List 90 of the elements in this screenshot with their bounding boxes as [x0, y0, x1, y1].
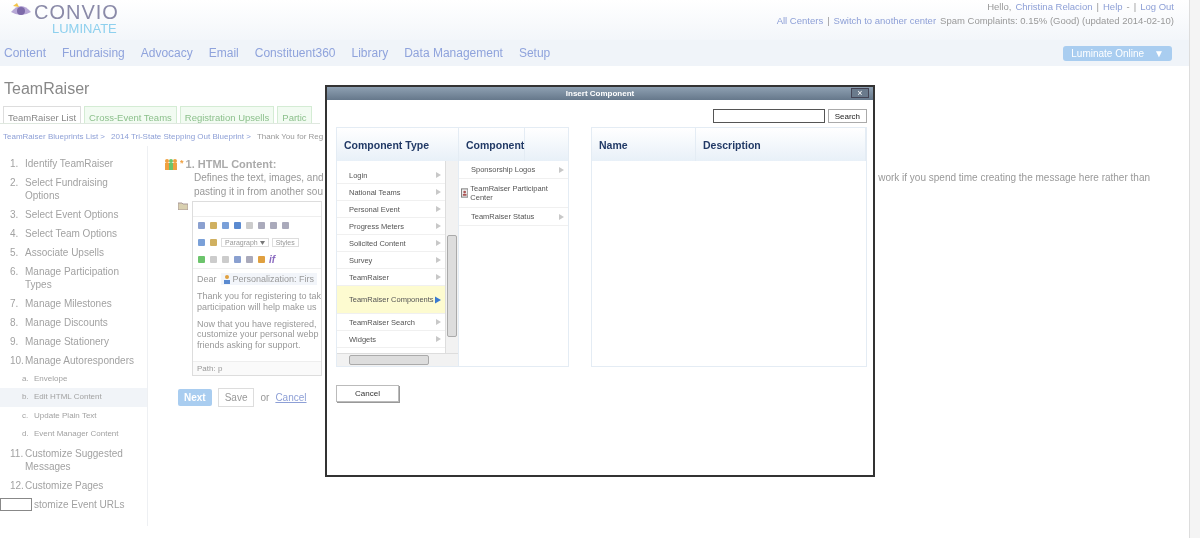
- step-item[interactable]: 2. Select Fundraising Options: [0, 173, 147, 205]
- chevron-icon: [436, 206, 441, 212]
- next-button[interactable]: Next: [178, 389, 212, 406]
- header-text: Spam Complaints: 0.15% (Good) (updated 2014-02-10): [940, 15, 1174, 26]
- cancel-link[interactable]: Cancel: [275, 392, 307, 403]
- nav-link[interactable]: Data Management: [404, 46, 503, 60]
- header-link[interactable]: Christina Relacion: [1015, 1, 1093, 12]
- tab[interactable]: Cross-Event Teams: [84, 106, 177, 123]
- separator: |: [1096, 1, 1099, 12]
- personalization-token[interactable]: Personalization: Firs: [220, 273, 318, 285]
- nav-link[interactable]: Constituent360: [254, 46, 336, 60]
- dialog-title: Insert Component: [565, 89, 635, 98]
- chevron-icon: [435, 295, 441, 304]
- header-link[interactable]: All Centers: [776, 15, 824, 26]
- person-icon: [223, 274, 230, 284]
- folder-icon: [178, 201, 188, 210]
- chevron-icon: [436, 189, 441, 195]
- step-item[interactable]: 9. Manage Stationery: [0, 332, 147, 351]
- element-path: Path: p: [193, 361, 321, 375]
- step-item[interactable]: d. Event Manager Content: [0, 425, 147, 444]
- chevron-icon: [436, 257, 441, 263]
- list-scrollbar[interactable]: [445, 161, 458, 353]
- step-item[interactable]: 10.Manage Autoresponders: [0, 351, 147, 370]
- chevron-icon: [436, 172, 441, 178]
- step-item[interactable]: 11. Customize Suggested Messages: [0, 443, 147, 476]
- step-item[interactable]: 7. Manage Milestones: [0, 294, 147, 313]
- step-item[interactable]: c. Update Plain Text: [0, 406, 147, 426]
- search-field[interactable]: [712, 109, 825, 123]
- breadcrumb-current: Thank You for Reg: [256, 132, 324, 143]
- chevron-icon: [436, 223, 441, 229]
- header-link[interactable]: Help: [1103, 1, 1123, 12]
- nav-link[interactable]: Library: [351, 46, 389, 60]
- tab[interactable]: TeamRaiser List: [3, 106, 82, 123]
- nav-link[interactable]: Setup: [518, 46, 551, 60]
- chevron-icon: [559, 213, 564, 220]
- section-title: 1. HTML Content:: [185, 158, 277, 170]
- product-name: LUMINATE: [51, 22, 118, 35]
- horizontal-scrollbar[interactable]: [337, 353, 458, 366]
- document-icon: [461, 188, 469, 198]
- breadcrumb-link[interactable]: TeamRaiser Blueprints List >: [3, 132, 106, 146]
- step-item[interactable]: stomize Event URLs: [0, 494, 147, 514]
- column-header: Description: [696, 128, 866, 161]
- separator: |: [1133, 1, 1137, 12]
- nav-link[interactable]: Content: [4, 46, 47, 60]
- description-text: pasting it in from another sou: [194, 186, 323, 197]
- breadcrumb-link[interactable]: 2014 Tri-State Stepping Out Blueprint >: [111, 132, 251, 146]
- header-text: Hello,: [987, 1, 1012, 12]
- chevron-icon: [436, 240, 441, 246]
- column-header: Name: [592, 128, 696, 161]
- tab[interactable]: Registration Upsells: [179, 106, 275, 123]
- column-header: Component: [459, 128, 526, 161]
- nav-link[interactable]: Fundraising: [62, 46, 125, 60]
- step-item[interactable]: 5. Associate Upsells: [0, 243, 147, 262]
- close-button[interactable]: ×: [851, 88, 869, 98]
- chevron-icon: [436, 336, 441, 342]
- save-button[interactable]: Save: [217, 388, 255, 407]
- or-text: or: [260, 392, 270, 403]
- editor-text: Dear: [197, 274, 217, 284]
- chevron-icon: [559, 166, 564, 173]
- page-title: TeamRaiser: [4, 80, 90, 99]
- separator: |: [827, 15, 830, 26]
- editor-paragraph: Now that you have registered, customize your personal webp friends asking for support.: [197, 318, 317, 351]
- brand-name: CONVIO: [34, 2, 119, 22]
- step-item[interactable]: b. Edit HTML Content: [0, 388, 147, 407]
- step-item[interactable]: 12.Customize Pages: [0, 475, 147, 495]
- caret-icon: [259, 241, 265, 245]
- product-dropdown[interactable]: Luminate Online ▼: [1063, 45, 1172, 61]
- search-button[interactable]: Search: [827, 109, 867, 123]
- step-item[interactable]: a. Envelope: [0, 370, 147, 389]
- condition-button[interactable]: if: [269, 254, 276, 265]
- chevron-icon: [436, 319, 441, 325]
- tab[interactable]: Partic: [277, 106, 312, 123]
- step-item[interactable]: 8. Manage Discounts: [0, 313, 147, 332]
- header-text: -: [1126, 1, 1130, 12]
- required-mark: *: [180, 158, 184, 168]
- header-link[interactable]: Switch to another center: [833, 15, 937, 26]
- description-text: Defines the text, images, and: [194, 172, 324, 183]
- step-item[interactable]: 1. Identify TeamRaiser: [0, 154, 147, 173]
- step-item[interactable]: 6. Manage Participation Types: [0, 262, 147, 294]
- header-link[interactable]: Log Out: [1140, 1, 1174, 12]
- page-scrollbar[interactable]: [1189, 0, 1200, 538]
- nav-link[interactable]: Advocacy: [140, 46, 193, 60]
- step-item[interactable]: 3. Select Event Options: [0, 205, 147, 224]
- people-icon: [164, 158, 178, 170]
- chevron-icon: [436, 274, 441, 280]
- description-text: work if you spend time creating the message here rather than: [878, 172, 1150, 183]
- nav-link[interactable]: Email: [208, 46, 239, 60]
- step-item[interactable]: 4. Select Team Options: [0, 224, 147, 243]
- html-editor[interactable]: [192, 201, 322, 376]
- cancel-button[interactable]: Cancel: [336, 385, 399, 402]
